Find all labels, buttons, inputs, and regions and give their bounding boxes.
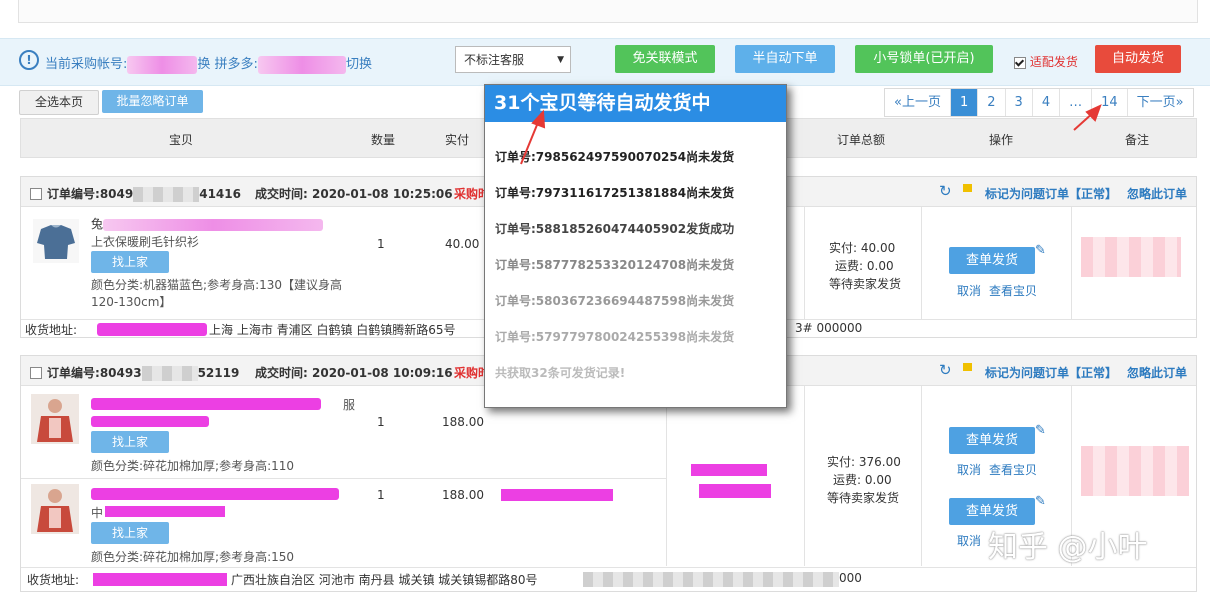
watermark: 知乎 @小叶 (988, 530, 1148, 565)
annotation-arrows (520, 104, 1102, 165)
